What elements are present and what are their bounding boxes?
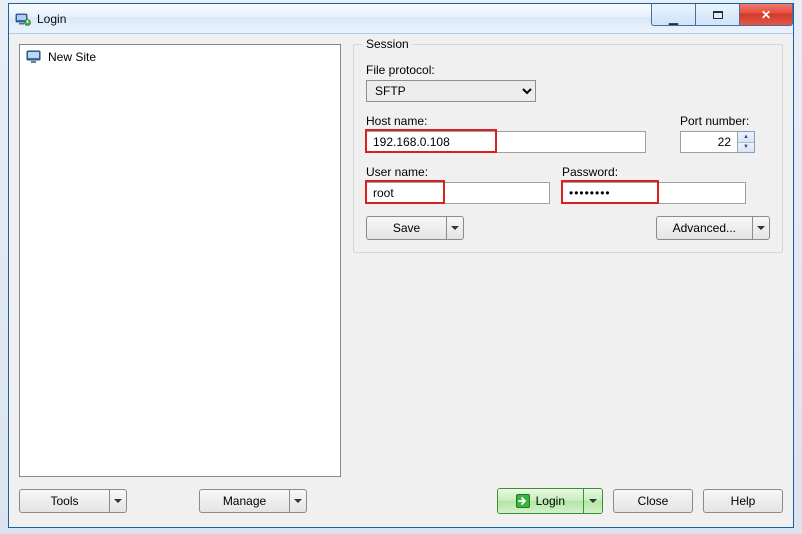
session-panel: Session File protocol: SFTP Ho [353,44,783,477]
username-input[interactable] [366,182,550,204]
tools-dropdown[interactable] [109,489,127,513]
manage-dropdown[interactable] [289,489,307,513]
username-label: User name: [366,165,550,179]
content-row: New Site Session File protocol: SFTP [19,44,783,477]
chevron-down-icon [451,226,459,230]
minimize-button[interactable]: ▁ [651,4,695,26]
advanced-button[interactable]: Advanced... [656,216,770,240]
chevron-down-icon [589,499,597,503]
maximize-icon [713,11,723,19]
monitor-icon [26,50,42,64]
tools-button[interactable]: Tools [19,489,127,513]
titlebar[interactable]: Login ▁ ✕ [9,4,793,34]
port-spinner[interactable]: ▲ ▼ [738,131,755,153]
close-icon: ✕ [761,9,771,21]
host-label: Host name: [366,114,668,128]
port-spin-down[interactable]: ▼ [738,143,754,153]
help-button[interactable]: Help [703,489,783,513]
close-button-label: Close [638,494,669,508]
protocol-label: File protocol: [366,63,536,77]
app-icon [15,11,31,27]
window-title: Login [37,12,66,26]
chevron-down-icon [294,499,302,503]
password-label: Password: [562,165,746,179]
password-input[interactable] [562,182,746,204]
close-window-button[interactable]: ✕ [739,4,793,26]
maximize-button[interactable] [695,4,739,26]
login-dropdown[interactable] [584,489,602,513]
site-list[interactable]: New Site [19,44,341,477]
save-dropdown[interactable] [446,216,464,240]
window-controls: ▁ ✕ [651,4,793,26]
port-label: Port number: [680,114,770,128]
session-group-title: Session [362,37,413,51]
chevron-down-icon [114,499,122,503]
login-button[interactable]: Login [497,488,603,514]
advanced-dropdown[interactable] [752,216,770,240]
port-spin-up[interactable]: ▲ [738,132,754,143]
manage-button-label: Manage [223,494,266,508]
session-groupbox: Session File protocol: SFTP Ho [353,44,783,253]
manage-button[interactable]: Manage [199,489,307,513]
bottom-button-bar: Tools Manage [19,487,783,515]
tools-button-label: Tools [50,494,78,508]
help-button-label: Help [731,494,756,508]
save-button-label: Save [393,221,420,235]
site-list-item-label: New Site [48,50,96,64]
chevron-down-icon [757,226,765,230]
advanced-button-label: Advanced... [673,221,736,235]
close-button[interactable]: Close [613,489,693,513]
site-list-item[interactable]: New Site [24,49,336,65]
host-input[interactable] [366,131,646,153]
protocol-select[interactable]: SFTP [366,80,536,102]
save-button[interactable]: Save [366,216,464,240]
login-button-label: Login [536,494,565,508]
login-arrow-icon [516,494,530,508]
login-dialog: Login ▁ ✕ [8,3,794,528]
port-input[interactable] [680,131,738,153]
client-area: New Site Session File protocol: SFTP [9,34,793,527]
minimize-icon: ▁ [669,12,678,24]
